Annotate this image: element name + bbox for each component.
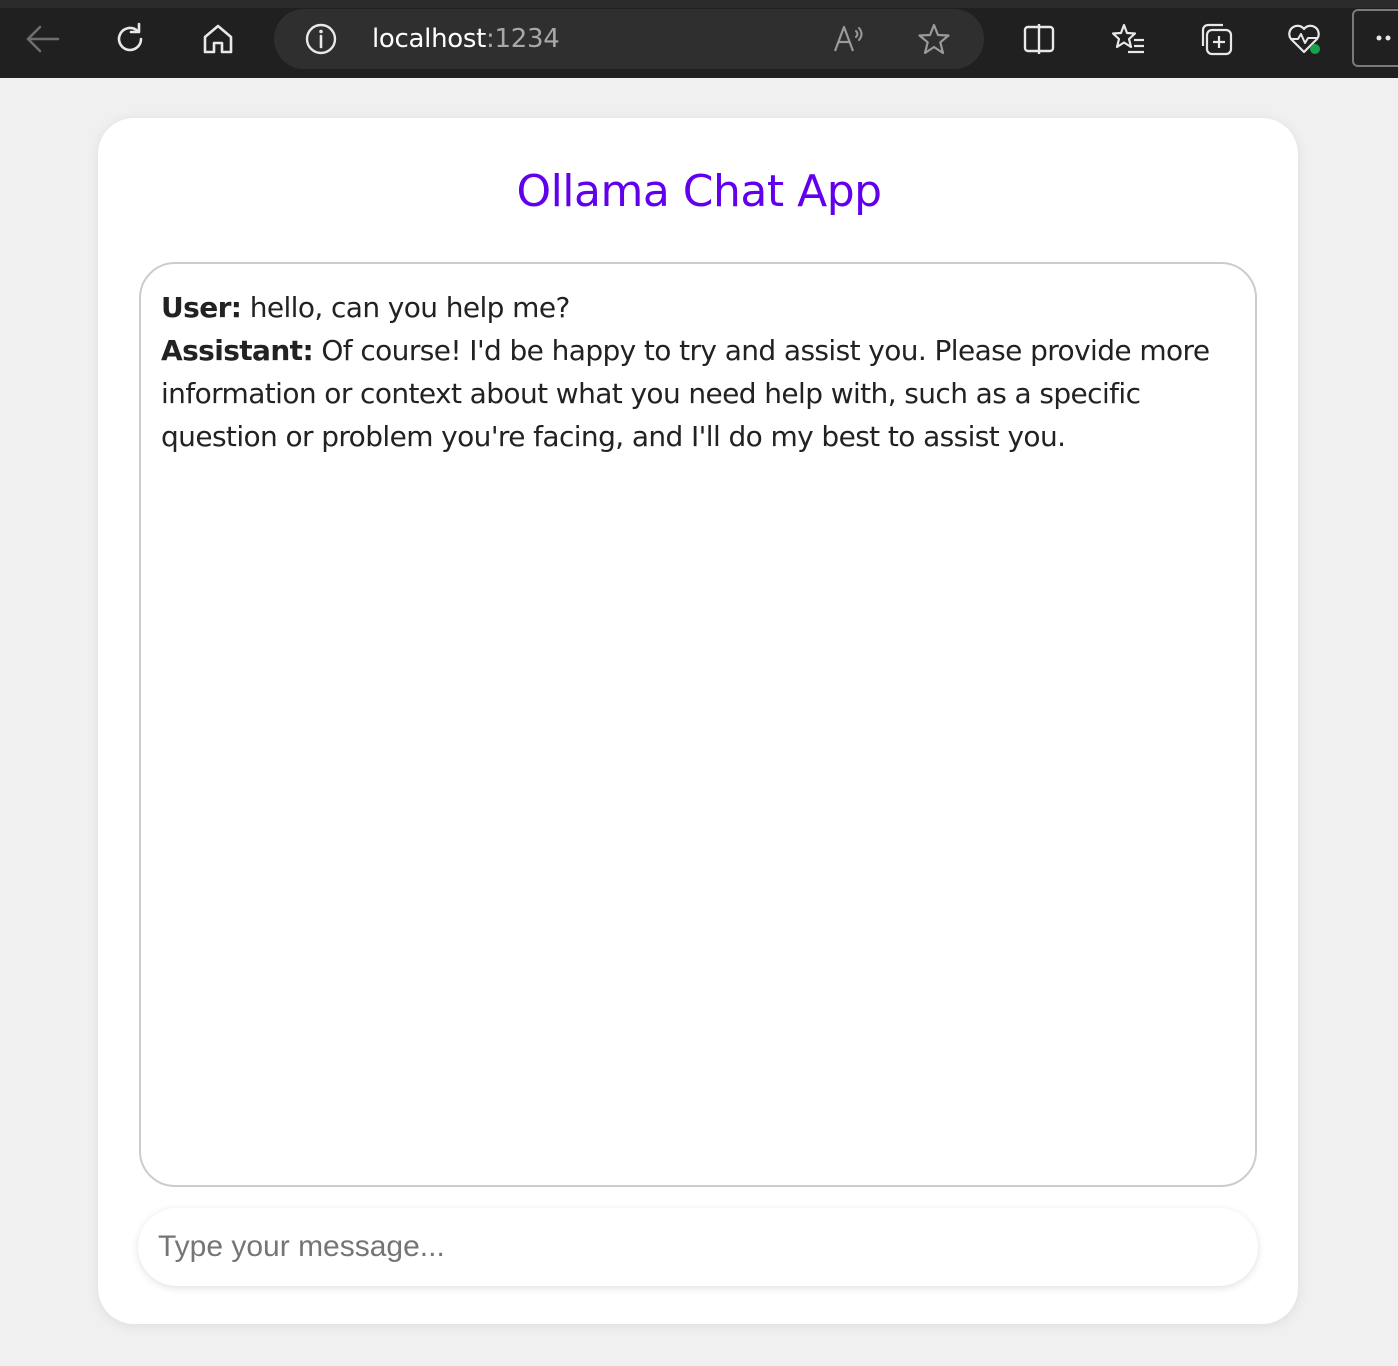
url-port: :1234 [486,24,560,54]
favorites-list-icon[interactable] [1103,14,1153,64]
tab-strip-edge [0,0,1398,8]
chat-history[interactable]: User: hello, can you help me? Assistant:… [139,262,1257,1187]
favorite-star-icon[interactable] [914,21,954,57]
read-aloud-icon[interactable] [830,22,870,56]
page-title: Ollama Chat App [516,166,882,217]
message-input-container [138,1208,1258,1286]
message-role: Assistant: [161,334,314,367]
home-icon[interactable] [193,14,243,64]
back-arrow-icon[interactable] [17,14,67,64]
chat-message-user: User: hello, can you help me? [161,286,1235,329]
refresh-icon[interactable] [105,14,155,64]
chat-message-assistant: Assistant: Of course! I'd be happy to tr… [161,329,1235,458]
collections-icon[interactable] [1191,14,1241,64]
browser-toolbar: localhost:1234 [0,0,1398,78]
split-screen-icon[interactable] [1014,14,1064,64]
message-input[interactable] [158,1208,1238,1286]
site-info-icon[interactable] [304,22,338,56]
message-text: hello, can you help me? [241,291,571,324]
message-text: Of course! I'd be happy to try and assis… [161,334,1210,453]
url-host: localhost [372,24,487,54]
address-bar[interactable]: localhost:1234 [274,9,984,69]
browser-essentials-icon[interactable] [1279,14,1329,64]
message-role: User: [161,291,242,324]
url-text[interactable]: localhost:1234 [372,9,560,69]
more-options-icon[interactable] [1352,9,1398,67]
